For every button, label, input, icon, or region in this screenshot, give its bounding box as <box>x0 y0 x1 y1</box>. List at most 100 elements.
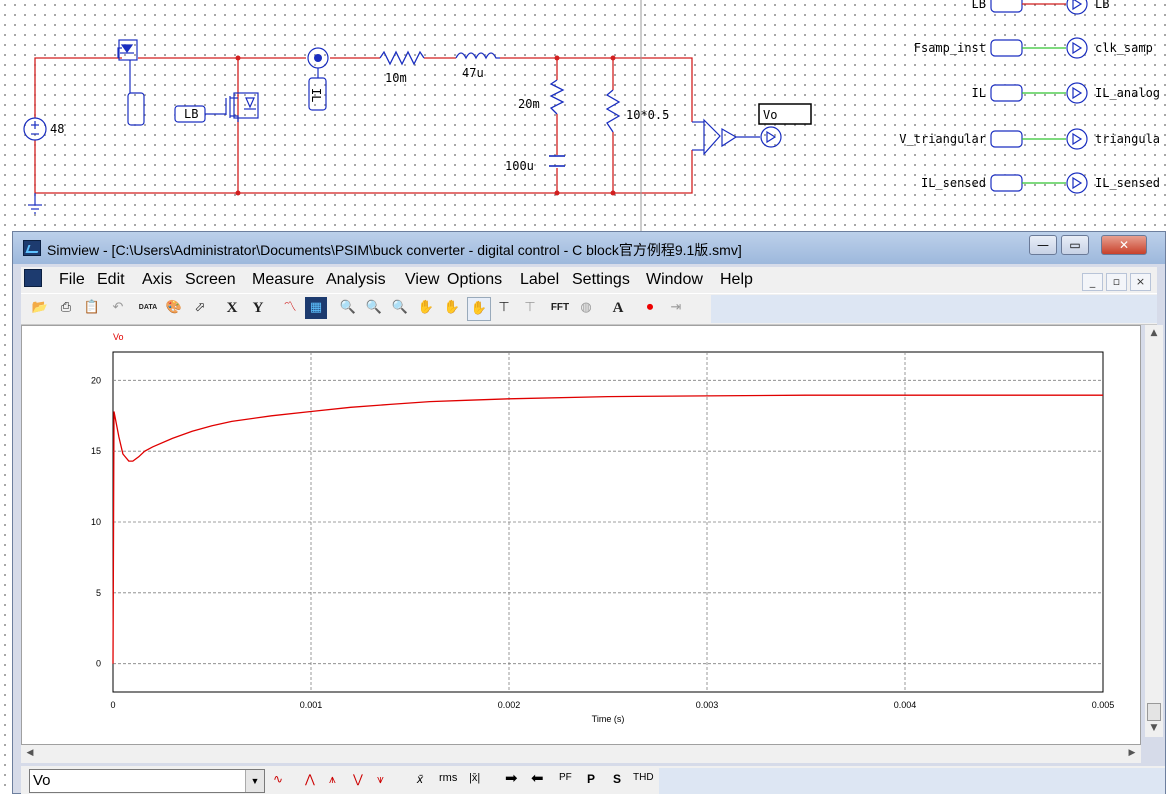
waveform-icon[interactable]: ∿ <box>273 772 283 786</box>
curve-select[interactable]: Vo ▼ <box>29 769 265 793</box>
vo-waveform-chart[interactable]: 0 0.001 0.002 0.003 0.004 0.005 0 5 10 15 20 Time (… <box>22 326 1142 744</box>
probe-icon <box>1066 128 1088 150</box>
undo-icon[interactable]: ↶ <box>107 297 129 319</box>
signal-right-label: LB <box>1095 0 1109 11</box>
pan-icon[interactable]: ✋ <box>467 297 491 321</box>
signal-left-label: LB <box>972 0 986 11</box>
select-pointer-icon[interactable]: ⬀ <box>189 297 211 319</box>
fft-button[interactable]: FFT <box>549 297 571 319</box>
scroll-up-arrow[interactable]: ▲ <box>1145 325 1163 342</box>
esr-resistor-icon <box>549 79 565 115</box>
maximize-button[interactable]: ▭ <box>1061 235 1089 255</box>
screen-icon[interactable]: ▦ <box>305 297 327 319</box>
load-value: 10*0.5 <box>626 108 669 122</box>
menu-file[interactable]: File <box>59 271 85 289</box>
vertical-scrollbar[interactable]: ▲ ▼ <box>1145 325 1163 737</box>
signal-left-label: V_triangular <box>899 132 986 146</box>
x-axis-button[interactable]: X <box>221 297 243 319</box>
probe-icon <box>1066 172 1088 194</box>
measure-icon[interactable]: ⊤ <box>493 297 515 319</box>
chevron-down-icon[interactable]: ▼ <box>245 770 264 792</box>
title-bar[interactable]: Simview - [C:\Users\Administrator\Docume… <box>13 232 1165 264</box>
mdi-close-button[interactable]: × <box>1130 273 1151 291</box>
open-file-icon[interactable]: 📂 <box>29 297 51 319</box>
x-axis-label: Time (s) <box>592 714 625 724</box>
zoom-out-icon[interactable]: 🔍 <box>389 297 411 319</box>
peak-icon[interactable]: ⋀ <box>305 772 315 786</box>
rms-button[interactable]: rms <box>439 772 457 784</box>
vertical-scroll-thumb[interactable] <box>1147 703 1161 721</box>
mdi-restore-button[interactable]: ▫ <box>1106 273 1127 291</box>
inductor-icon <box>455 52 500 60</box>
signal-label-box[interactable] <box>990 39 1023 57</box>
pf-button[interactable]: PF <box>559 772 572 783</box>
valleys-icon[interactable]: ⩛ <box>377 772 384 787</box>
menu-options[interactable]: Options <box>447 271 502 289</box>
scroll-right-arrow[interactable]: ▶ <box>1123 745 1141 762</box>
minimize-button[interactable]: — <box>1029 235 1057 255</box>
load-resistor-icon <box>605 89 621 133</box>
menu-settings[interactable]: Settings <box>572 271 630 289</box>
thd-button[interactable]: THD <box>633 772 654 783</box>
scroll-down-arrow[interactable]: ▼ <box>1145 720 1163 737</box>
mdi-minimize-button[interactable]: _ <box>1082 273 1103 291</box>
s-button[interactable]: S <box>613 772 621 786</box>
current-sensor-label: IL <box>309 88 323 102</box>
signal-left-label: IL_sensed <box>921 176 986 190</box>
horizontal-scrollbar[interactable]: ◀ ▶ <box>21 745 1141 763</box>
export-icon[interactable]: ⇥ <box>665 297 687 319</box>
vo-probe-label: Vo <box>763 108 777 122</box>
pan-right-icon[interactable]: ✋ <box>441 297 463 319</box>
capacitor-value: 100u <box>505 159 534 173</box>
menu-analysis[interactable]: Analysis <box>326 271 386 289</box>
text-button[interactable]: A <box>607 297 629 319</box>
plot-area[interactable]: 0 0.001 0.002 0.003 0.004 0.005 0 5 10 15 20 Time (… <box>21 325 1141 745</box>
pan-left-icon[interactable]: ✋ <box>415 297 437 319</box>
gate-signal-label: LB <box>184 107 198 121</box>
signal-right-label: IL_sensed <box>1095 176 1160 190</box>
scroll-left-arrow[interactable]: ◀ <box>21 745 39 762</box>
menu-axis[interactable]: Axis <box>142 271 172 289</box>
schematic-canvas: 48 LB IL 10m 47u 20m 100u 10*0.5 Vo LB L… <box>23 0 1160 231</box>
arrow-right-icon[interactable]: ➡ <box>505 769 518 787</box>
x-tick-label: 0.003 <box>696 700 719 710</box>
p-button[interactable]: P <box>587 772 595 786</box>
simview-window: Simview - [C:\Users\Administrator\Docume… <box>12 231 1166 794</box>
menu-measure[interactable]: Measure <box>252 271 314 289</box>
close-button[interactable]: ✕ <box>1101 235 1147 255</box>
y-tick-label: 10 <box>91 517 101 527</box>
print-icon[interactable]: ⎙ <box>55 297 77 319</box>
signal-label-box[interactable] <box>990 0 1023 13</box>
mdi-controls: _ ▫ × <box>1079 270 1151 291</box>
arrow-left-icon[interactable]: ⬅ <box>531 769 544 787</box>
resistor-value: 10m <box>385 71 407 85</box>
mean-button[interactable]: x̄ <box>417 772 423 786</box>
y-axis-button[interactable]: Y <box>247 297 269 319</box>
peaks-icon[interactable]: ⩚ <box>329 772 336 787</box>
circle-icon[interactable]: ◍ <box>575 297 597 319</box>
menu-window[interactable]: Window <box>646 271 703 289</box>
document-icon[interactable] <box>24 269 42 287</box>
signal-label-box[interactable] <box>990 130 1023 148</box>
valley-icon[interactable]: ⋁ <box>353 772 363 786</box>
menu-help[interactable]: Help <box>720 271 753 289</box>
record-icon[interactable]: ⏺ <box>639 297 661 319</box>
label-icon[interactable]: ⊤ <box>519 297 541 319</box>
add-curve-icon[interactable]: 〽 <box>279 297 301 319</box>
menu-label[interactable]: Label <box>520 271 559 289</box>
zoom-icon[interactable]: 🔍 <box>337 297 359 319</box>
signal-label-box[interactable] <box>990 174 1023 192</box>
signal-label-box[interactable] <box>990 84 1023 102</box>
menu-view[interactable]: View <box>405 271 439 289</box>
signal-left-label: Fsamp_inst <box>914 41 986 55</box>
settings-paint-icon[interactable]: 🎨 <box>163 297 185 319</box>
data-display-icon[interactable]: DATA <box>137 297 159 319</box>
abs-avg-button[interactable]: |x̄| <box>469 772 480 784</box>
menu-screen[interactable]: Screen <box>185 271 236 289</box>
zoom-in-icon[interactable]: 🔍 <box>363 297 385 319</box>
y-tick-label: 5 <box>96 588 101 598</box>
voltage-sensor-icon <box>692 118 782 156</box>
ground-icon <box>28 193 42 214</box>
menu-edit[interactable]: Edit <box>97 271 125 289</box>
clipboard-icon[interactable]: 📋 <box>81 297 103 319</box>
